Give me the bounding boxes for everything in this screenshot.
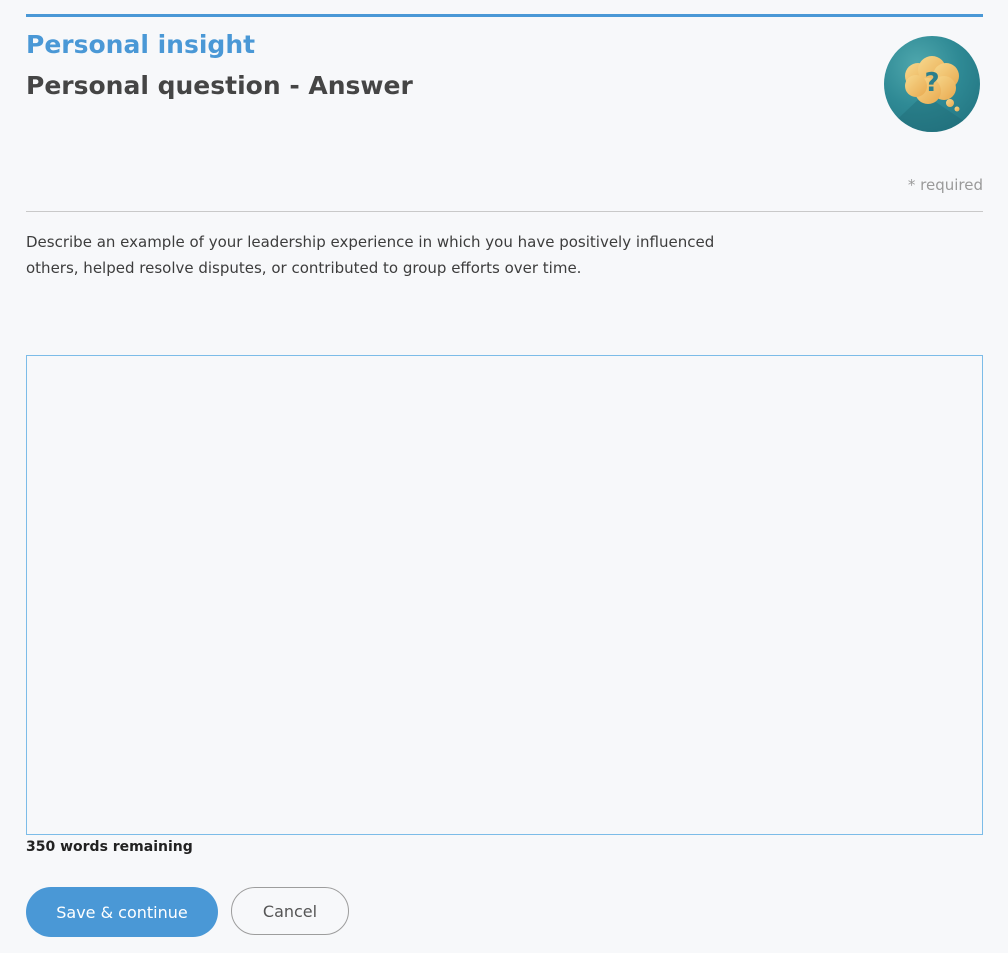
header-accent-rule: [26, 14, 983, 17]
section-title: Personal insight: [26, 30, 256, 59]
page-title: Personal question - Answer: [26, 71, 413, 100]
required-note: * required: [907, 176, 983, 194]
divider: [26, 211, 983, 212]
cancel-button[interactable]: Cancel: [231, 887, 349, 935]
question-badge: ?: [884, 36, 980, 132]
page: Personal insight Personal question - Ans…: [0, 0, 1008, 953]
answer-textarea[interactable]: [26, 355, 983, 835]
words-remaining-counter: 350 words remaining: [26, 839, 193, 855]
question-mark-glyph: ?: [924, 68, 939, 98]
save-continue-button[interactable]: Save & continue: [26, 887, 218, 937]
question-prompt: Describe an example of your leadership e…: [26, 233, 715, 277]
thought-bubble-question-icon: ?: [884, 56, 980, 132]
